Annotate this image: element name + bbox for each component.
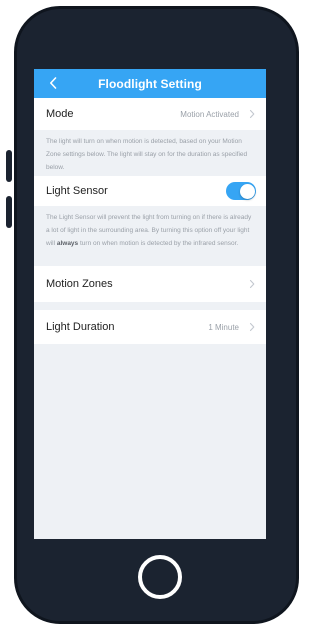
motion-zones-value-group [248, 279, 256, 289]
mode-row[interactable]: Mode Motion Activated [34, 98, 266, 130]
mode-label: Mode [46, 108, 74, 120]
chevron-left-icon [50, 77, 57, 89]
motion-zones-label: Motion Zones [46, 278, 113, 290]
light-sensor-toggle[interactable] [226, 182, 256, 200]
light-sensor-row: Light Sensor [34, 176, 266, 206]
chevron-right-icon [249, 109, 255, 119]
light-duration-value-group: 1 Minute [208, 322, 256, 332]
light-duration-row[interactable]: Light Duration 1 Minute [34, 310, 266, 344]
light-duration-label: Light Duration [46, 321, 115, 333]
volume-up-button [6, 150, 12, 182]
page-title: Floodlight Setting [98, 76, 202, 91]
light-sensor-label: Light Sensor [46, 185, 108, 197]
app-screen: Floodlight Setting Mode Motion Activated… [34, 69, 266, 539]
light-duration-value: 1 Minute [208, 322, 239, 332]
nav-bar: Floodlight Setting [34, 69, 266, 98]
light-sensor-description-emphasis: always [56, 240, 79, 247]
chevron-right-icon [249, 322, 255, 332]
light-sensor-description: The Light Sensor will prevent the light … [34, 206, 266, 266]
mode-description: The light will turn on when motion is de… [46, 138, 248, 171]
mode-value-group: Motion Activated [180, 109, 256, 119]
toggle-knob [239, 183, 255, 199]
light-sensor-description-end: turn on when motion is detected by the i… [78, 240, 239, 247]
chevron-right-icon [249, 279, 255, 289]
volume-down-button [6, 196, 12, 228]
mode-value: Motion Activated [180, 109, 239, 119]
motion-zones-row[interactable]: Motion Zones [34, 266, 266, 302]
back-button[interactable] [42, 72, 64, 94]
home-button[interactable] [138, 555, 182, 599]
